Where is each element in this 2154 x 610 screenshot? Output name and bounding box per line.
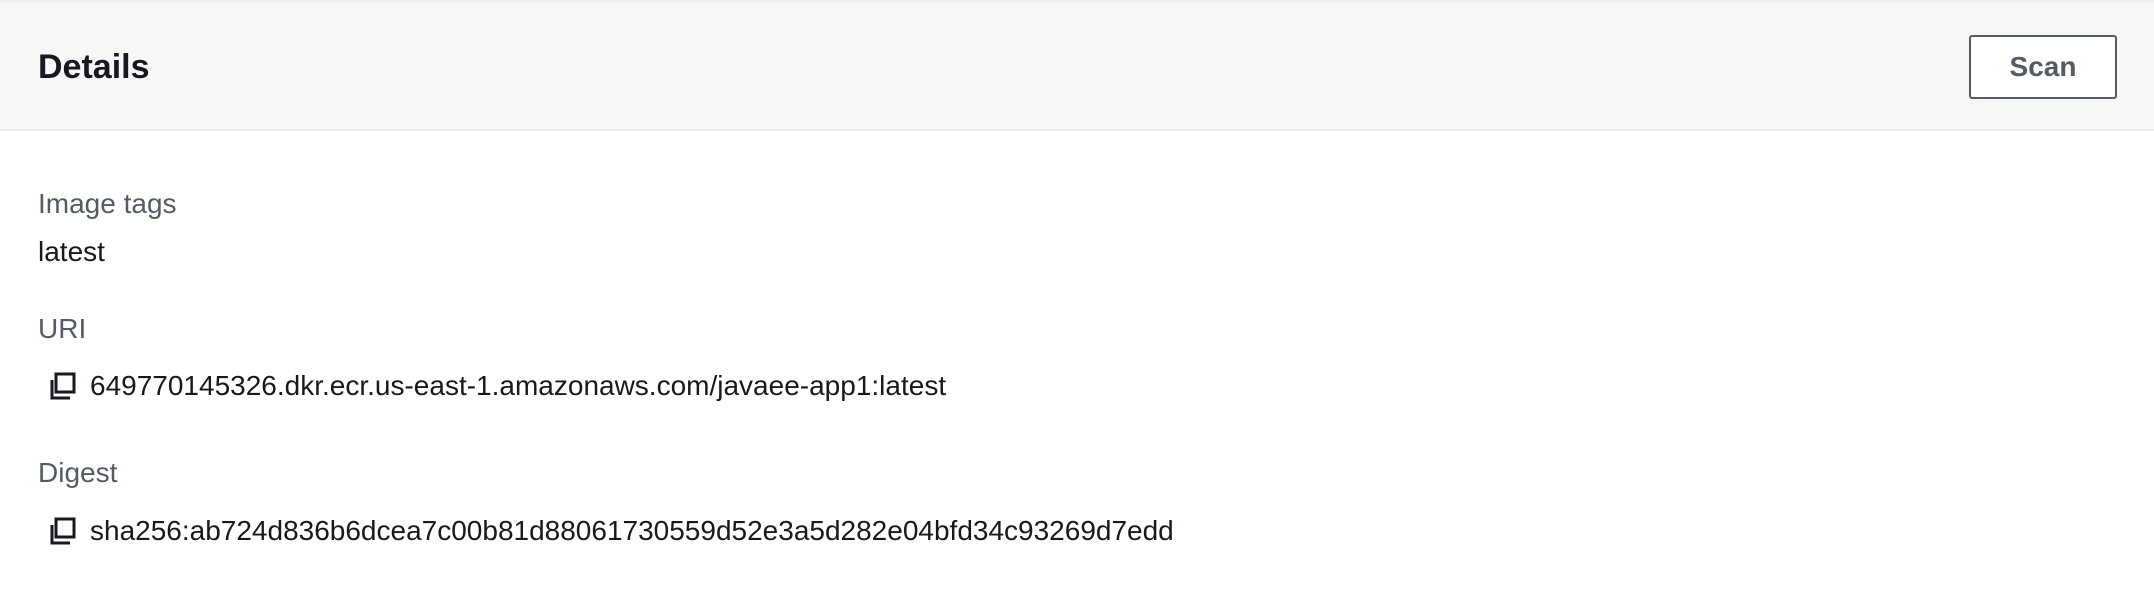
panel-title: Details <box>38 48 150 86</box>
digest-label: Digest <box>38 457 118 488</box>
copy-icon[interactable] <box>46 515 78 547</box>
image-tags-value: latest <box>38 236 105 267</box>
uri-row: 649770145326.dkr.ecr.us-east-1.amazonaws… <box>46 366 946 406</box>
digest-row: sha256:ab724d836b6dcea7c00b81d8806173055… <box>46 511 1174 551</box>
scan-button[interactable]: Scan <box>1969 35 2117 99</box>
uri-value: 649770145326.dkr.ecr.us-east-1.amazonaws… <box>90 370 947 401</box>
panel-header: Details Scan <box>0 2 2154 131</box>
digest-value: sha256:ab724d836b6dcea7c00b81d8806173055… <box>90 515 1174 546</box>
image-tags-label: Image tags <box>38 188 177 219</box>
copy-icon[interactable] <box>46 370 78 402</box>
details-panel: Details Scan Image tags latest URI 64977… <box>0 0 2154 610</box>
uri-label: URI <box>38 313 87 344</box>
